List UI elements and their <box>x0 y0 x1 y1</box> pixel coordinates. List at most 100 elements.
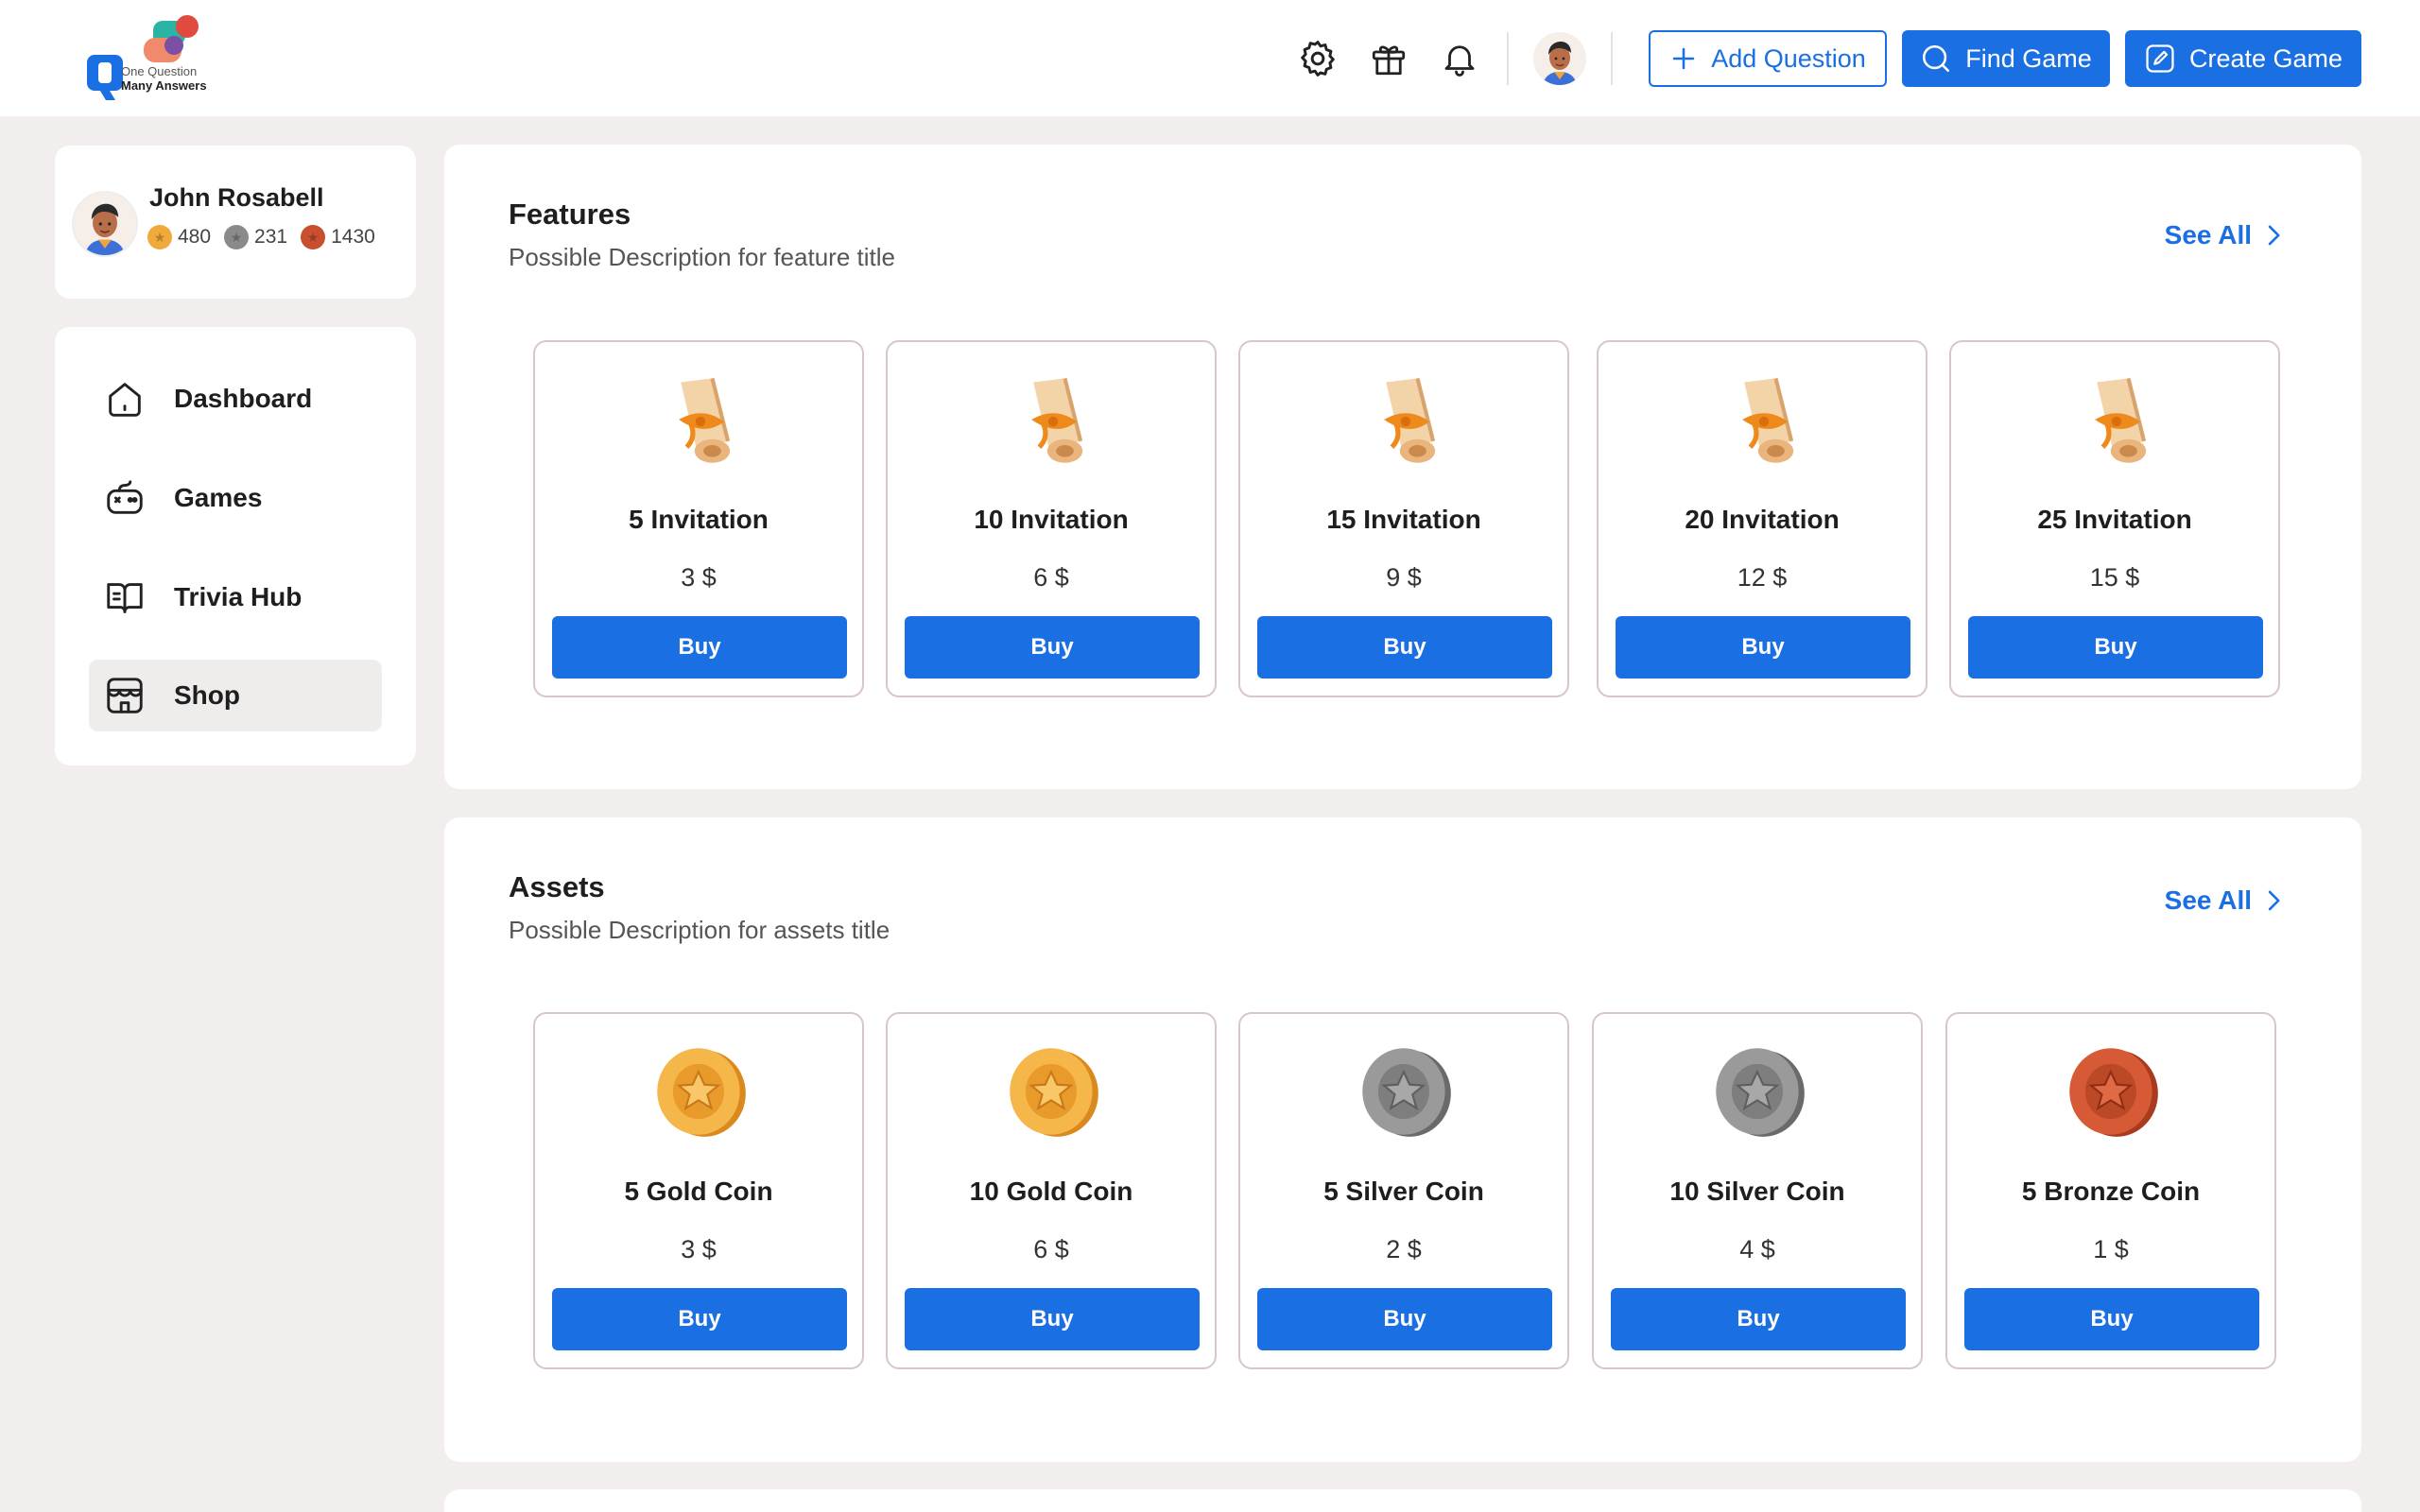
bronze-coin-icon <box>301 225 326 249</box>
card-title: 10 Gold Coin <box>969 1177 1133 1206</box>
buy-button[interactable]: Buy <box>552 616 847 679</box>
feature-card: 5 Invitation 3 $ Buy <box>533 340 864 697</box>
card-price: 15 $ <box>2089 563 2140 592</box>
asset-card: 5 Bronze Coin 1 $ Buy <box>1945 1012 2276 1369</box>
silver-coin-stat: 231 <box>224 225 287 249</box>
scroll-icon <box>1031 377 1083 463</box>
profile-name: John Rosabell <box>149 183 324 212</box>
see-all-label: See All <box>2164 885 2252 915</box>
buy-button[interactable]: Buy <box>1964 1288 2259 1350</box>
section-title: Features <box>509 198 631 231</box>
card-price: 6 $ <box>1033 563 1069 592</box>
settings-gear-icon[interactable] <box>1295 36 1340 81</box>
scroll-icon <box>1742 377 1794 463</box>
buy-button[interactable]: Buy <box>905 616 1200 679</box>
asset-card: 10 Silver Coin 4 $ Buy <box>1592 1012 1923 1369</box>
find-game-button[interactable]: Find Game <box>1902 30 2110 87</box>
section-description: Possible Description for assets title <box>509 916 890 944</box>
bronze-coin-stat: 1430 <box>301 225 375 249</box>
sidebar-nav: Dashboard Games Trivia Hub Shop <box>55 327 416 765</box>
card-title: 5 Invitation <box>629 505 769 534</box>
silver-coin-icon <box>224 225 250 249</box>
top-header: One Question Many Answers Add Question F… <box>0 0 2420 116</box>
asset-card: 5 Gold Coin 3 $ Buy <box>533 1012 864 1369</box>
buy-button[interactable]: Buy <box>905 1288 1200 1350</box>
bell-icon[interactable] <box>1437 36 1482 81</box>
buy-button[interactable]: Buy <box>1616 616 1910 679</box>
scroll-icon <box>2095 377 2147 463</box>
profile-avatar[interactable] <box>72 191 138 257</box>
scroll-icon <box>1384 377 1436 463</box>
card-title: 5 Silver Coin <box>1323 1177 1484 1206</box>
buy-button[interactable]: Buy <box>552 1288 847 1350</box>
gold-coin-stat: 480 <box>147 225 211 249</box>
book-icon <box>102 575 147 620</box>
asset-card: 5 Silver Coin 2 $ Buy <box>1238 1012 1569 1369</box>
bronze-coin-icon <box>2069 1048 2158 1137</box>
scroll-icon <box>679 377 731 463</box>
home-icon <box>102 376 147 421</box>
sidebar-item-label: Trivia Hub <box>174 582 302 611</box>
avatar-icon <box>74 193 136 255</box>
buy-button[interactable]: Buy <box>1611 1288 1906 1350</box>
feature-card: 10 Invitation 6 $ Buy <box>886 340 1217 697</box>
gold-coin-count: 480 <box>178 226 212 248</box>
silver-coin-count: 231 <box>254 226 288 248</box>
store-icon <box>102 673 147 718</box>
profile-card: John Rosabell 480 231 1430 <box>55 146 416 299</box>
header-divider <box>1507 32 1509 85</box>
sidebar-item-label: Dashboard <box>174 384 313 413</box>
add-question-button[interactable]: Add Question <box>1649 30 1887 87</box>
card-price: 3 $ <box>681 563 717 592</box>
card-price: 12 $ <box>1737 563 1788 592</box>
see-all-assets-link[interactable]: See All <box>2165 885 2282 916</box>
silver-coin-icon <box>1362 1048 1451 1137</box>
section-title: Assets <box>509 870 605 903</box>
sidebar-item-shop[interactable]: Shop <box>89 660 382 731</box>
card-title: 5 Gold Coin <box>624 1177 773 1206</box>
buy-button[interactable]: Buy <box>1257 616 1552 679</box>
sidebar-item-games[interactable]: Games <box>89 462 382 534</box>
feature-card: 25 Invitation 15 $ Buy <box>1949 340 2280 697</box>
user-avatar[interactable] <box>1533 32 1586 85</box>
add-question-label: Add Question <box>1711 43 1866 73</box>
card-title: 25 Invitation <box>2037 505 2192 534</box>
card-title: 15 Invitation <box>1326 505 1481 534</box>
asset-card: 10 Gold Coin 6 $ Buy <box>886 1012 1217 1369</box>
assets-section: Assets Possible Description for assets t… <box>444 817 2361 1462</box>
card-price: 9 $ <box>1386 563 1422 592</box>
chevron-right-icon <box>2268 225 2280 246</box>
app-logo[interactable]: One Question Many Answers <box>81 13 214 104</box>
logo-line-2: Many Answers <box>121 78 207 93</box>
bronze-coin-count: 1430 <box>331 226 375 248</box>
gold-coin-icon <box>657 1048 746 1137</box>
card-price: 3 $ <box>681 1235 717 1263</box>
feature-card: 20 Invitation 12 $ Buy <box>1597 340 1927 697</box>
sidebar-item-label: Games <box>174 483 263 512</box>
buy-button[interactable]: Buy <box>1257 1288 1552 1350</box>
avatar-icon <box>1533 32 1586 85</box>
card-price: 1 $ <box>2093 1235 2129 1263</box>
gift-icon[interactable] <box>1366 36 1411 81</box>
card-title: 5 Bronze Coin <box>2021 1177 2201 1206</box>
gold-coin-icon <box>147 225 172 249</box>
card-title: 20 Invitation <box>1685 505 1840 534</box>
sidebar-item-label: Shop <box>174 680 240 710</box>
profile-stats: 480 231 1430 <box>147 225 375 249</box>
gold-coin-icon <box>1010 1048 1098 1137</box>
chevron-right-icon <box>2268 890 2280 911</box>
find-game-label: Find Game <box>1965 43 2092 73</box>
logo-line-1: One Question <box>121 64 198 78</box>
sidebar-item-trivia-hub[interactable]: Trivia Hub <box>89 561 382 633</box>
plus-icon <box>1672 47 1695 70</box>
see-all-features-link[interactable]: See All <box>2165 220 2282 250</box>
header-divider <box>1611 32 1613 85</box>
create-game-button[interactable]: Create Game <box>2125 30 2361 87</box>
buy-button[interactable]: Buy <box>1968 616 2263 679</box>
section-description: Possible Description for feature title <box>509 243 895 271</box>
features-section: Features Possible Description for featur… <box>444 145 2361 789</box>
card-title: 10 Silver Coin <box>1669 1177 1845 1206</box>
sidebar-item-dashboard[interactable]: Dashboard <box>89 363 382 435</box>
card-price: 4 $ <box>1739 1235 1775 1263</box>
next-section-edge <box>444 1489 2361 1512</box>
